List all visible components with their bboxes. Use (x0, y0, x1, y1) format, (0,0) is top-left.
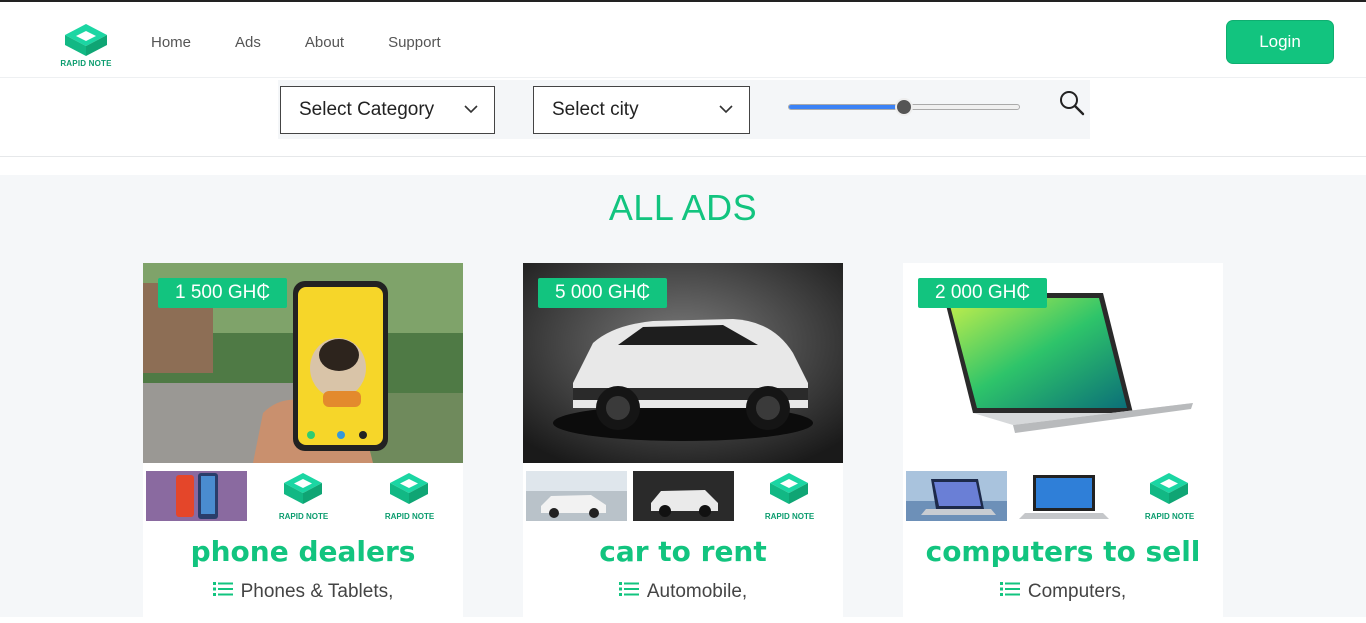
ad-category: Automobile, (523, 581, 843, 603)
ad-title[interactable]: car to rent (523, 535, 843, 568)
logo-text: RAPID NOTE (384, 512, 435, 521)
list-icon (618, 581, 639, 603)
thumbnail-logo[interactable]: RAPID NOTE (739, 471, 840, 521)
thumbnail-row: RAPID NOTE (526, 471, 842, 521)
logo-text: RAPID NOTE (60, 59, 112, 68)
ads-section: ALL ADS 1 500 GH₵ RAPID NOTE RAPID NOTE … (0, 175, 1366, 623)
divider (0, 156, 1366, 157)
ad-category-label: Computers, (1027, 581, 1127, 603)
thumbnail-image[interactable] (906, 471, 1007, 521)
nav-home[interactable]: Home (151, 34, 191, 51)
ad-category: Computers, (903, 581, 1223, 603)
ad-card[interactable]: 2 000 GH₵ RAPID NOTE computers to sell C… (903, 263, 1223, 623)
thumbnail-image[interactable] (146, 471, 247, 521)
slider-thumb[interactable] (895, 98, 913, 116)
ad-card[interactable]: 5 000 GH₵ RAPID NOTE car to rent Automob… (523, 263, 843, 623)
price-badge: 5 000 GH₵ (538, 278, 668, 308)
main-nav: Home Ads About Support (151, 34, 485, 51)
ad-title[interactable]: phone dealers (143, 535, 463, 568)
thumbnail-row: RAPID NOTE (906, 471, 1222, 521)
slider-fill (789, 105, 904, 109)
ad-category: Phones & Tablets, (143, 581, 463, 603)
chevron-down-icon (719, 87, 733, 151)
nav-support[interactable]: Support (388, 34, 441, 51)
category-select[interactable]: Select Category (280, 86, 495, 134)
rapid-note-logo-icon (770, 473, 808, 504)
thumbnail-image[interactable] (633, 471, 734, 521)
ad-title[interactable]: computers to sell (903, 535, 1223, 568)
logo-text: RAPID NOTE (1144, 512, 1195, 521)
thumbnail-logo[interactable]: RAPID NOTE (1119, 471, 1220, 521)
filter-bar: Select Category Select city (278, 80, 1090, 139)
price-range-slider[interactable] (788, 98, 1020, 116)
nav-ads[interactable]: Ads (235, 34, 261, 51)
price-badge: 2 000 GH₵ (918, 278, 1048, 308)
city-select[interactable]: Select city (533, 86, 750, 134)
logo-text: RAPID NOTE (278, 512, 329, 521)
ad-category-label: Phones & Tablets, (240, 581, 394, 603)
page-title: ALL ADS (608, 187, 758, 228)
rapid-note-logo-icon (390, 473, 428, 504)
price-badge: 1 500 GH₵ (158, 278, 288, 308)
chevron-down-icon (464, 87, 478, 151)
city-select-label: Select city (552, 99, 639, 120)
ad-card[interactable]: 1 500 GH₵ RAPID NOTE RAPID NOTE phone de… (143, 263, 463, 623)
nav-about[interactable]: About (305, 34, 344, 51)
ad-image[interactable]: 1 500 GH₵ (143, 263, 463, 463)
thumbnail-row: RAPID NOTE RAPID NOTE (146, 471, 462, 521)
rapid-note-logo-icon (284, 473, 322, 504)
rapid-note-logo[interactable]: RAPID NOTE (56, 22, 116, 72)
category-select-label: Select Category (299, 99, 435, 120)
rapid-note-logo-icon (1150, 473, 1188, 504)
logo-text: RAPID NOTE (764, 512, 815, 521)
ad-image[interactable]: 5 000 GH₵ (523, 263, 843, 463)
thumbnail-logo[interactable]: RAPID NOTE (359, 471, 460, 521)
thumbnail-image[interactable] (1013, 471, 1114, 521)
search-button[interactable] (1058, 89, 1086, 117)
site-header: RAPID NOTE Home Ads About Support Login (0, 2, 1366, 78)
thumbnail-logo[interactable]: RAPID NOTE (253, 471, 354, 521)
ad-category-label: Automobile, (646, 581, 748, 603)
thumbnail-image[interactable] (526, 471, 627, 521)
list-icon (999, 581, 1020, 603)
ad-image[interactable]: 2 000 GH₵ (903, 263, 1223, 463)
rapid-note-logo-icon (65, 24, 107, 56)
login-button[interactable]: Login (1227, 21, 1333, 63)
list-icon (212, 581, 233, 603)
search-icon (1060, 91, 1085, 116)
